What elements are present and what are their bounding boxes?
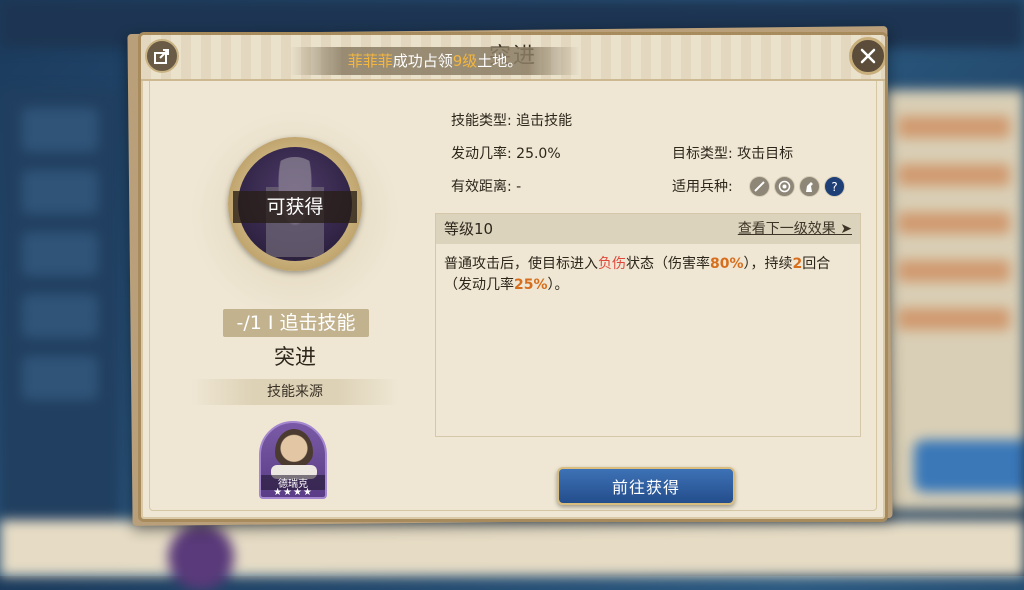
background-left-menu [0, 90, 120, 520]
skill-dialog: 突进 可获得 -/1 I 追击技能 突进 技能来源 德瑞克 ★★★★ 技能类型:… [138, 32, 888, 522]
broadcast-banner: 菲菲菲成功占领9级土地。 [290, 47, 580, 75]
question-icon[interactable]: ? [824, 176, 845, 197]
skill-description: 普通攻击后，使目标进入负伤状态（伤害率80%），持续2回合（发动几率25%）。 [444, 254, 852, 296]
target-type-text: 目标类型: 攻击目标 [672, 146, 794, 162]
background-bottom-avatar [168, 524, 234, 590]
hero-stars: ★★★★ [273, 487, 313, 498]
skill-source-title: 技能来源 [191, 379, 399, 405]
share-icon [154, 49, 169, 64]
banner-land-level: 9级 [452, 52, 478, 70]
share-button[interactable] [145, 39, 179, 73]
trigger-rate-text: 发动几率: 25.0% [451, 146, 561, 162]
next-level-link[interactable]: 查看下一级效果 ➤ [738, 214, 852, 244]
go-obtain-button[interactable]: 前往获得 [557, 467, 735, 505]
effective-range-text: 有效距离: - [451, 179, 522, 195]
desc-chance: 25% [514, 277, 548, 293]
close-icon [860, 48, 876, 64]
desc-turns: 2 [792, 256, 803, 272]
horse-icon [799, 176, 820, 197]
desc-text-3: ），持续 [743, 256, 793, 272]
level-bar: 等级10 查看下一级效果 ➤ [436, 214, 860, 244]
banner-player-name: 菲菲菲 [347, 52, 393, 70]
sword-icon [749, 176, 770, 197]
target-icon [774, 176, 795, 197]
obtainable-label: 可获得 [233, 191, 357, 223]
skill-name: 突进 [274, 345, 316, 369]
unit-types-label: 适用兵种: [672, 179, 733, 195]
level-label: 等级10 [444, 220, 494, 238]
banner-text-2: 土地。 [477, 52, 523, 70]
unit-type-icons: ? [749, 176, 845, 197]
background-right-button [914, 440, 1024, 492]
background-bottom-bar [0, 520, 1024, 576]
desc-text-2: 状态（伤害率 [626, 256, 710, 272]
skill-description-box: 等级10 查看下一级效果 ➤ 普通攻击后，使目标进入负伤状态（伤害率80%），持… [435, 213, 861, 437]
desc-text-1: 普通攻击后，使目标进入 [444, 256, 598, 272]
skill-card: 可获得 -/1 I 追击技能 突进 技能来源 德瑞克 ★★★★ [171, 97, 419, 499]
desc-status: 负伤 [598, 256, 626, 272]
desc-damage-rate: 80% [710, 256, 744, 272]
desc-text-5: ）。 [547, 277, 569, 293]
close-button[interactable] [849, 37, 885, 75]
skill-type-text: 技能类型: 追击技能 [451, 113, 573, 129]
skill-type-tag: -/1 I 追击技能 [223, 309, 369, 337]
hero-source-card[interactable]: 德瑞克 ★★★★ [259, 421, 327, 499]
banner-text-1: 成功占领 [392, 52, 453, 70]
